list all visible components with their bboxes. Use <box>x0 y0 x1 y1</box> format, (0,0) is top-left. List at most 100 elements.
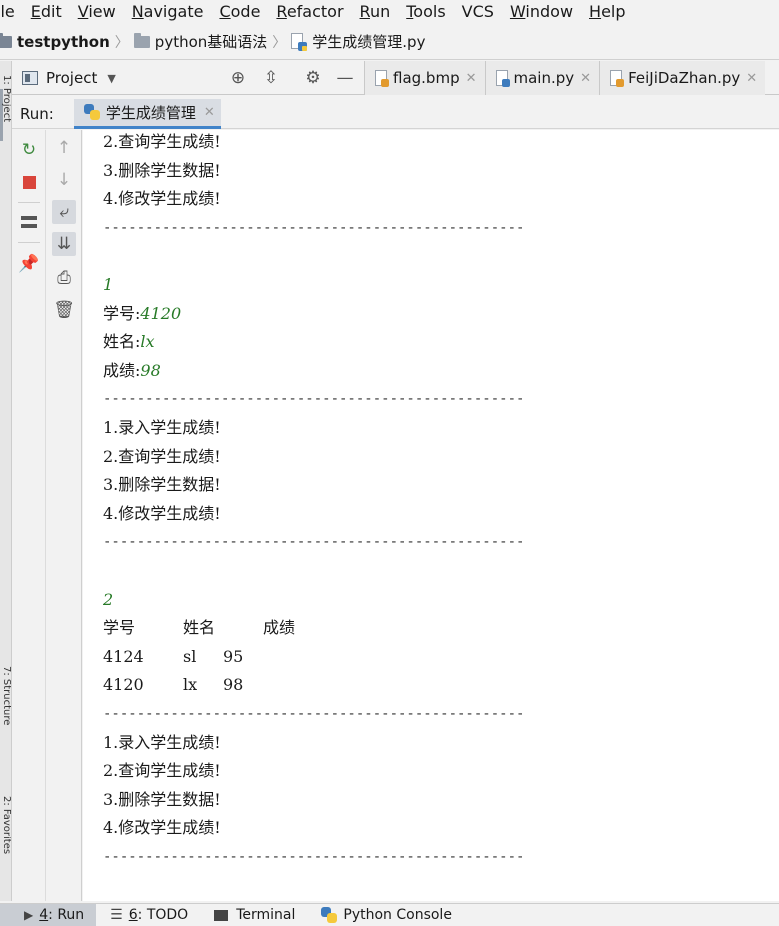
breadcrumb-file[interactable]: 学生成绩管理.py <box>291 31 425 52</box>
arrow-up-icon[interactable]: ↑ <box>52 136 76 160</box>
menu-vcs[interactable]: VCS <box>454 0 502 24</box>
play-icon: ▶ <box>24 908 34 922</box>
terminal-icon <box>214 909 229 921</box>
breadcrumb: testpython 〉 python基础语法 〉 学生成绩管理.py <box>0 24 779 60</box>
list-icon: ☰ <box>110 907 123 923</box>
project-toolbar: Project ▼ ⊕ ⇳ ⚙ — flag.bmp ✕ main.py ✕ F… <box>12 61 779 95</box>
run-tab[interactable]: 学生成绩管理 ✕ <box>73 98 221 129</box>
project-view-selector[interactable]: Project ▼ <box>22 66 116 90</box>
python-icon <box>83 104 100 120</box>
minimize-icon[interactable]: — <box>334 67 356 89</box>
locate-icon[interactable]: ⊕ <box>227 67 249 89</box>
console-separator: ----------------------------------------… <box>103 849 525 865</box>
soft-wrap-icon[interactable]: ⤶ <box>52 200 76 224</box>
print-icon[interactable]: ⎙ <box>52 266 76 290</box>
table-cell: 4120 <box>103 675 144 695</box>
console-separator: ----------------------------------------… <box>103 534 525 551</box>
folder-icon <box>133 32 150 48</box>
menu-help[interactable]: Help <box>581 0 633 24</box>
menu-run[interactable]: Run <box>352 0 399 24</box>
menu-tools[interactable]: Tools <box>398 0 453 24</box>
menu-bar: ile Edit View Navigate Code Refactor Run… <box>0 0 779 24</box>
python-file-icon <box>291 32 308 51</box>
collapse-all-icon[interactable]: ⇳ <box>260 67 282 89</box>
menu-file[interactable]: ile <box>0 0 23 24</box>
bottom-tab-todo[interactable]: ☰ 6: TODO <box>96 904 200 926</box>
close-icon[interactable]: ✕ <box>466 71 477 86</box>
folder-icon <box>0 32 12 48</box>
console-line: 学号:4120 <box>103 303 182 323</box>
console-line: 3.删除学生数据! <box>103 475 221 495</box>
console-line: 4.修改学生成绩! <box>103 503 221 523</box>
rerun-icon[interactable]: ↻ <box>17 138 41 162</box>
table-header-cell: 学号 <box>103 618 136 638</box>
breadcrumb-folder[interactable]: python基础语法 <box>133 31 267 52</box>
breadcrumb-project[interactable]: testpython <box>0 32 110 51</box>
table-header-cell: 成绩 <box>263 618 296 638</box>
console-line: 1.录入学生成绩! <box>103 418 221 437</box>
menu-refactor[interactable]: Refactor <box>268 0 351 24</box>
console-separator: ----------------------------------------… <box>103 219 525 236</box>
side-tab-project[interactable]: 1: Project <box>0 75 11 122</box>
table-header-cell: 姓名 <box>183 618 216 638</box>
console-line: 3.删除学生数据! <box>103 160 221 180</box>
bottom-tab-run[interactable]: ▶ 4: Run <box>0 903 97 926</box>
chevron-down-icon: ▼ <box>107 71 116 85</box>
console-line: 成绩:98 <box>103 360 161 380</box>
console-input: 2 <box>103 589 114 609</box>
console-line: 4.修改学生成绩! <box>103 818 221 838</box>
menu-view[interactable]: View <box>70 0 124 24</box>
scroll-to-end-icon[interactable]: ⇊ <box>52 232 76 256</box>
console-line: 2.查询学生成绩! <box>103 132 221 151</box>
editor-tab-feijidazhan[interactable]: FeiJiDaZhan.py ✕ <box>599 61 766 95</box>
bottom-tab-python-console[interactable]: Python Console <box>307 904 464 926</box>
console-separator: ----------------------------------------… <box>103 706 525 722</box>
console-input: 98 <box>140 360 161 380</box>
menu-edit-rest: dit <box>40 2 62 21</box>
console-separator: ----------------------------------------… <box>103 391 525 408</box>
console-line: 2.查询学生成绩! <box>103 761 221 781</box>
table-cell: 4124 <box>103 646 144 666</box>
console-line: 4.修改学生成绩! <box>103 189 221 209</box>
table-cell: 95 <box>223 646 244 666</box>
console-input: 1 <box>103 275 114 294</box>
console-line: 3.删除学生数据! <box>103 789 221 809</box>
menu-navigate[interactable]: Navigate <box>124 0 212 24</box>
bottom-tool-bar: ▶ 4: Run ☰ 6: TODO Terminal Python Conso… <box>0 903 779 926</box>
menu-window[interactable]: Window <box>502 0 581 24</box>
editor-tabs: flag.bmp ✕ main.py ✕ FeiJiDaZhan.py ✕ <box>364 61 766 95</box>
editor-tab-main[interactable]: main.py ✕ <box>484 61 600 95</box>
layout-icon[interactable] <box>17 210 41 234</box>
trash-icon[interactable]: 🗑 <box>52 298 76 322</box>
console-line: 2.查询学生成绩! <box>103 446 221 466</box>
table-cell: lx <box>183 675 198 695</box>
close-icon[interactable]: ✕ <box>204 105 215 120</box>
console-input: 4120 <box>140 303 182 323</box>
table-cell: 98 <box>223 675 244 695</box>
run-toolwindow-header: Run: 学生成绩管理 ✕ <box>12 98 779 129</box>
console-input: lx <box>140 332 155 352</box>
bottom-tab-terminal[interactable]: Terminal <box>200 904 307 926</box>
run-label: Run: <box>20 104 54 123</box>
close-icon[interactable]: ✕ <box>746 71 757 86</box>
project-icon <box>22 71 38 85</box>
editor-tab-flag[interactable]: flag.bmp ✕ <box>364 61 485 95</box>
close-icon[interactable]: ✕ <box>580 71 591 86</box>
stop-icon[interactable] <box>17 170 41 194</box>
table-cell: sl <box>183 646 197 666</box>
menu-code[interactable]: Code <box>211 0 268 24</box>
image-file-icon <box>375 70 389 87</box>
side-tab-favorites[interactable]: 2: Favorites <box>0 796 11 854</box>
pin-icon[interactable]: 📌 <box>17 252 41 276</box>
side-tab-structure[interactable]: 7: Structure <box>0 666 11 725</box>
console-output[interactable]: 2.查询学生成绩! 3.删除学生数据! 4.修改学生成绩! -------------… <box>83 130 779 901</box>
console-actions-toolbar: ↑ ↓ ⤶ ⇊ ⎙ 🗑 <box>46 130 82 901</box>
run-actions-toolbar: ↻ 📌 <box>12 130 46 901</box>
python-file-icon <box>610 70 625 87</box>
arrow-down-icon[interactable]: ↓ <box>52 168 76 192</box>
console-line: 1.录入学生成绩! <box>103 732 221 752</box>
python-icon <box>321 907 338 923</box>
python-file-icon <box>495 70 510 87</box>
menu-edit[interactable]: Edit <box>23 0 70 24</box>
gear-icon[interactable]: ⚙ <box>302 67 324 89</box>
